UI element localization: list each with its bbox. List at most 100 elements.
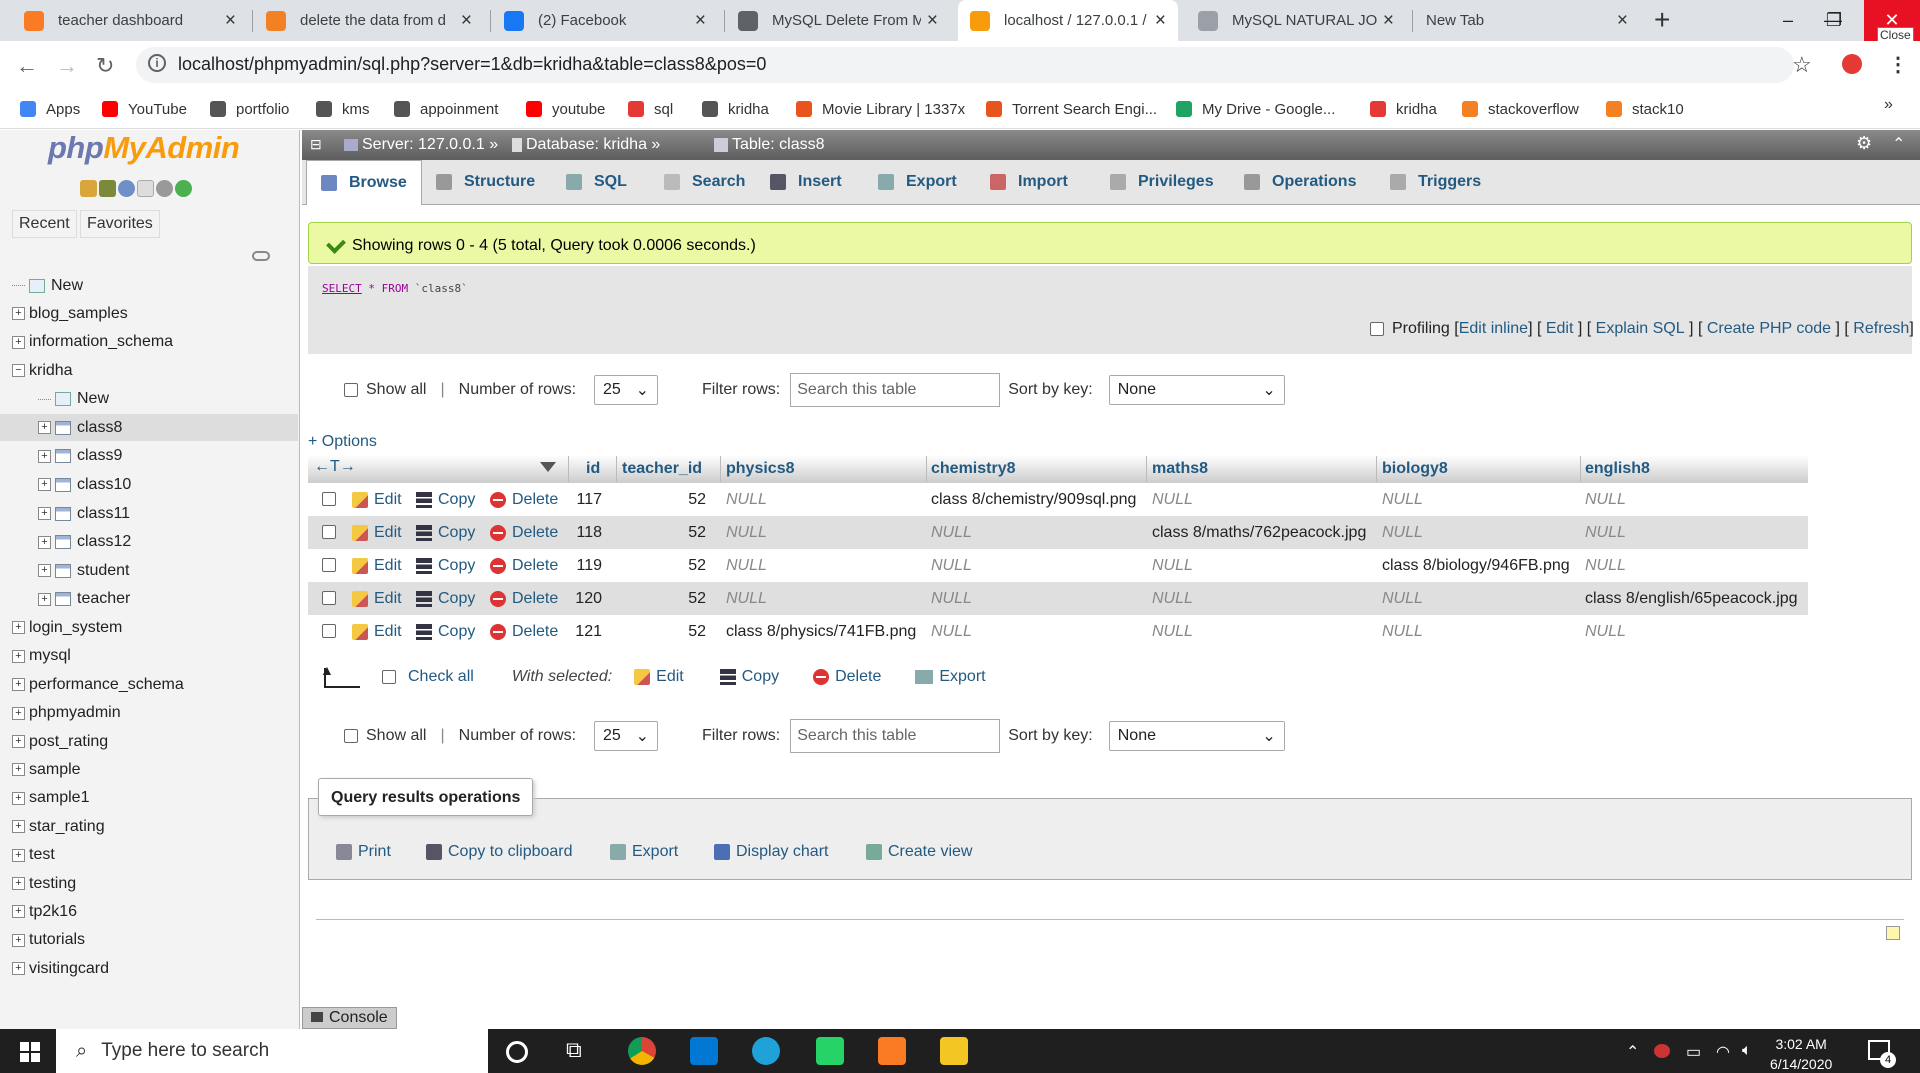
row-copy-button[interactable]: Copy bbox=[416, 557, 475, 575]
logout-icon[interactable] bbox=[99, 180, 116, 197]
expand-icon[interactable]: + bbox=[12, 820, 25, 834]
row-copy-button[interactable]: Copy bbox=[416, 524, 475, 542]
cell-english8[interactable]: NULL bbox=[1585, 491, 1626, 509]
row-delete-button[interactable]: Delete bbox=[490, 590, 558, 608]
home-icon[interactable] bbox=[80, 180, 97, 197]
profiling-checkbox[interactable] bbox=[1370, 322, 1384, 336]
phpmyadmin-logo[interactable]: phpMyAdmin bbox=[48, 130, 240, 166]
tree-item-class12[interactable]: + class12 bbox=[0, 529, 298, 556]
row-copy-button[interactable]: Copy bbox=[416, 491, 475, 509]
notes-icon[interactable] bbox=[1886, 926, 1900, 940]
url-text[interactable]: localhost/phpmyadmin/sql.php?server=1&db… bbox=[178, 54, 766, 75]
cell-id[interactable]: 121 bbox=[574, 623, 602, 641]
tab-3[interactable]: (2) Facebook × bbox=[492, 0, 718, 41]
expand-icon[interactable]: + bbox=[12, 848, 25, 862]
cell-teacher_id[interactable]: 52 bbox=[640, 623, 706, 641]
close-tab-icon[interactable]: × bbox=[1383, 10, 1394, 32]
row-edit-button[interactable]: Edit bbox=[352, 491, 402, 509]
cortana-icon[interactable] bbox=[506, 1041, 528, 1063]
query-op-print[interactable]: Print bbox=[336, 843, 391, 861]
taskbar-search[interactable]: ⌕ Type here to search bbox=[56, 1029, 488, 1073]
tab-triggers[interactable]: Triggers bbox=[1376, 160, 1495, 204]
column-header-maths8[interactable]: maths8 bbox=[1152, 460, 1208, 478]
expand-icon[interactable]: + bbox=[38, 421, 51, 435]
tree-item-visitingcard[interactable]: + visitingcard bbox=[0, 955, 298, 982]
query-op-create-view[interactable]: Create view bbox=[866, 843, 972, 861]
reload-nav-icon[interactable] bbox=[175, 180, 192, 197]
cell-chemistry8[interactable]: NULL bbox=[931, 623, 972, 641]
close-tab-icon[interactable]: × bbox=[1155, 10, 1166, 32]
bulk-export-button[interactable]: Export bbox=[915, 668, 986, 686]
restore-button[interactable]: ❐ bbox=[1814, 0, 1854, 41]
column-arrows-icon[interactable]: ←T→ bbox=[314, 458, 356, 476]
edge-icon[interactable] bbox=[752, 1037, 780, 1065]
sql-select[interactable]: SELECT bbox=[322, 282, 362, 295]
clock[interactable]: 3:02 AM 6/14/2020 bbox=[1770, 1034, 1832, 1073]
bookmark-13[interactable]: stackoverflow bbox=[1462, 96, 1579, 122]
row-copy-button[interactable]: Copy bbox=[416, 623, 475, 641]
tab-favorites[interactable]: Favorites bbox=[80, 210, 160, 238]
cell-teacher_id[interactable]: 52 bbox=[640, 524, 706, 542]
tab-insert[interactable]: Insert bbox=[756, 160, 856, 204]
query-op-copy-to-clipboard[interactable]: Copy to clipboard bbox=[426, 843, 573, 861]
expand-icon[interactable]: + bbox=[12, 933, 25, 947]
bookmark-8[interactable]: kridha bbox=[702, 96, 769, 122]
tree-item-tutorials[interactable]: + tutorials bbox=[0, 927, 298, 954]
cell-maths8[interactable]: NULL bbox=[1152, 623, 1193, 641]
sort-select[interactable]: None ⌄ bbox=[1108, 721, 1285, 751]
tree-item-login-system[interactable]: + login_system bbox=[0, 614, 298, 641]
cell-id[interactable]: 117 bbox=[574, 491, 602, 509]
star-icon[interactable]: ☆ bbox=[1792, 52, 1812, 78]
expand-icon[interactable]: + bbox=[38, 564, 51, 578]
cell-chemistry8[interactable]: NULL bbox=[931, 590, 972, 608]
column-header-id[interactable]: id bbox=[586, 460, 600, 478]
expand-icon[interactable]: + bbox=[12, 307, 25, 321]
row-checkbox[interactable] bbox=[322, 525, 336, 539]
row-delete-button[interactable]: Delete bbox=[490, 524, 558, 542]
tree-item-class10[interactable]: + class10 bbox=[0, 471, 298, 498]
row-checkbox[interactable] bbox=[322, 492, 336, 506]
cell-biology8[interactable]: NULL bbox=[1382, 491, 1423, 509]
close-tab-icon[interactable]: × bbox=[1617, 10, 1628, 32]
collapse-icon[interactable]: − bbox=[12, 364, 25, 378]
query-op-display-chart[interactable]: Display chart bbox=[714, 843, 828, 861]
tree-item-kridha[interactable]: − kridha bbox=[0, 357, 298, 384]
cell-english8[interactable]: class 8/english/65peacock.jpg bbox=[1585, 590, 1798, 608]
cell-english8[interactable]: NULL bbox=[1585, 557, 1626, 575]
expand-icon[interactable]: + bbox=[12, 763, 25, 777]
cell-maths8[interactable]: NULL bbox=[1152, 557, 1193, 575]
cell-chemistry8[interactable]: class 8/chemistry/909sql.png bbox=[931, 491, 1136, 509]
tab-2[interactable]: delete the data from d × bbox=[254, 0, 484, 41]
bookmark-1[interactable]: Apps bbox=[20, 96, 80, 122]
expand-icon[interactable]: + bbox=[38, 478, 51, 492]
reload-icon[interactable]: ↻ bbox=[96, 53, 114, 79]
tab-export[interactable]: Export bbox=[864, 160, 971, 204]
bookmark-3[interactable]: portfolio bbox=[210, 96, 289, 122]
bookmark-5[interactable]: appoinment bbox=[394, 96, 498, 122]
row-delete-button[interactable]: Delete bbox=[490, 623, 558, 641]
tree-item-class11[interactable]: + class11 bbox=[0, 500, 298, 527]
cell-biology8[interactable]: NULL bbox=[1382, 590, 1423, 608]
settings-gear-icon[interactable]: ⚙ bbox=[1856, 133, 1872, 154]
bulk-edit-button[interactable]: Edit bbox=[634, 668, 684, 686]
close-tab-icon[interactable]: × bbox=[225, 10, 236, 32]
tab-5[interactable]: localhost / 127.0.0.1 / k × bbox=[958, 0, 1178, 41]
row-copy-button[interactable]: Copy bbox=[416, 590, 475, 608]
crumb-server[interactable]: Server: 127.0.0.1 » bbox=[344, 136, 498, 154]
row-checkbox[interactable] bbox=[322, 624, 336, 638]
expand-icon[interactable]: + bbox=[12, 706, 25, 720]
tree-item-teacher[interactable]: + teacher bbox=[0, 586, 298, 613]
cell-physics8[interactable]: class 8/physics/741FB.png bbox=[726, 623, 916, 641]
cell-id[interactable]: 120 bbox=[574, 590, 602, 608]
tab-operations[interactable]: Operations bbox=[1230, 160, 1370, 204]
bookmark-14[interactable]: stack10 bbox=[1606, 96, 1684, 122]
tab-structure[interactable]: Structure bbox=[422, 160, 549, 204]
close-tab-icon[interactable]: × bbox=[695, 10, 706, 32]
wifi-icon[interactable]: ◠ bbox=[1716, 1042, 1730, 1062]
tab-1[interactable]: teacher dashboard × bbox=[12, 0, 248, 41]
column-header-physics8[interactable]: physics8 bbox=[726, 460, 794, 478]
cell-id[interactable]: 118 bbox=[574, 524, 602, 542]
bookmark-4[interactable]: kms bbox=[316, 96, 370, 122]
tree-item-new[interactable]: New bbox=[0, 386, 298, 413]
cell-maths8[interactable]: class 8/maths/762peacock.jpg bbox=[1152, 524, 1366, 542]
